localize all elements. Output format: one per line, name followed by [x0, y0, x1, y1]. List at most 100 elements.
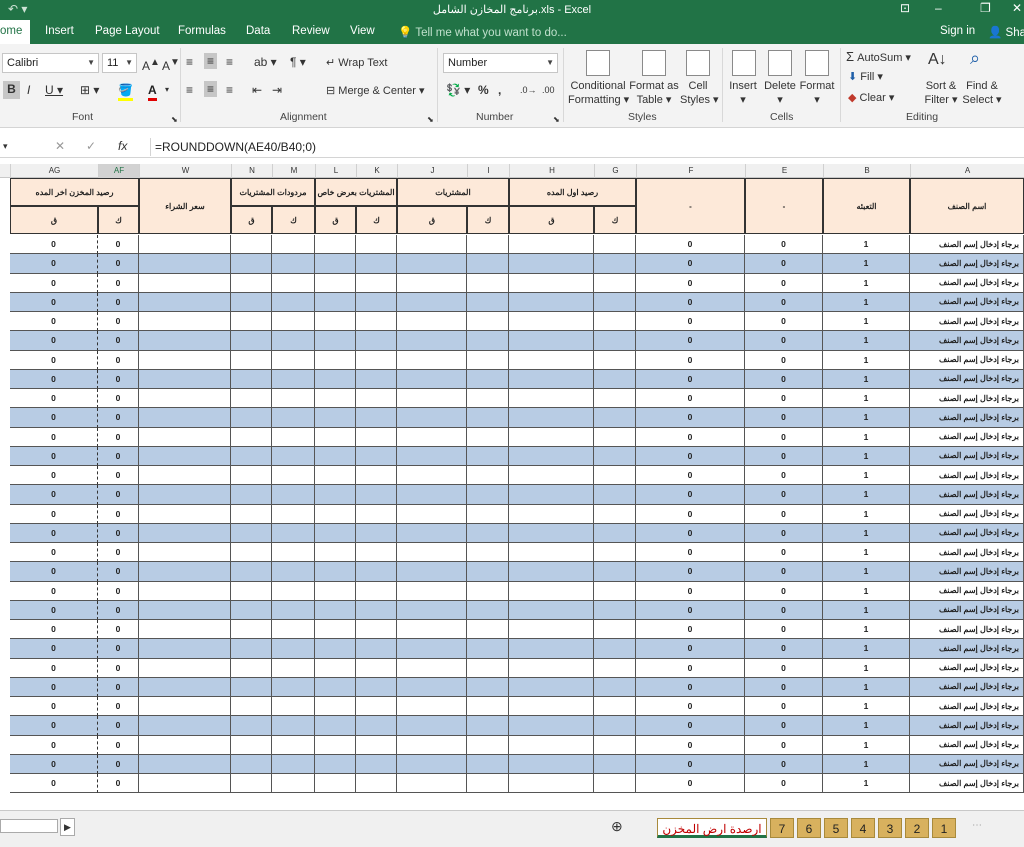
fill-color-icon[interactable]: 🪣	[118, 82, 133, 101]
empty-cell[interactable]	[272, 273, 315, 293]
cell-b[interactable]: 1	[823, 350, 910, 370]
empty-cell[interactable]	[356, 254, 397, 274]
cell-f[interactable]: 0	[636, 562, 745, 582]
cell-ag[interactable]: 0	[10, 600, 98, 620]
empty-cell[interactable]	[139, 235, 231, 255]
empty-cell[interactable]	[139, 427, 231, 447]
cell-af[interactable]: 0	[98, 677, 139, 697]
empty-cell[interactable]	[139, 716, 231, 736]
empty-cell[interactable]	[397, 620, 467, 640]
cell-ag[interactable]: 0	[10, 466, 98, 486]
cell-ag[interactable]: 0	[10, 446, 98, 466]
empty-cell[interactable]	[231, 562, 272, 582]
empty-cell[interactable]	[315, 312, 356, 332]
sheet-tab-3[interactable]: 3	[878, 818, 902, 838]
cell-a[interactable]: برجاء إدخال إسم الصنف	[910, 235, 1024, 255]
empty-cell[interactable]	[467, 369, 509, 389]
cell-af[interactable]: 0	[98, 774, 139, 794]
cell-af[interactable]: 0	[98, 331, 139, 351]
cell-a[interactable]: برجاء إدخال إسم الصنف	[910, 408, 1024, 428]
empty-cell[interactable]	[356, 658, 397, 678]
cell-af[interactable]: 0	[98, 658, 139, 678]
empty-cell[interactable]	[356, 369, 397, 389]
empty-cell[interactable]	[139, 658, 231, 678]
empty-cell[interactable]	[139, 774, 231, 794]
empty-cell[interactable]	[231, 369, 272, 389]
empty-cell[interactable]	[272, 658, 315, 678]
clear-button[interactable]: ◆ Clear ▾	[848, 91, 894, 104]
empty-cell[interactable]	[139, 523, 231, 543]
cell-af[interactable]: 0	[98, 273, 139, 293]
cell-e[interactable]: 0	[745, 735, 823, 755]
cell-ag[interactable]: 0	[10, 581, 98, 601]
cell-ag[interactable]: 0	[10, 312, 98, 332]
name-box-dropdown[interactable]: ▾	[3, 138, 8, 154]
font-name-box[interactable]: Calibri ▼	[2, 53, 99, 73]
cell-a[interactable]: برجاء إدخال إسم الصنف	[910, 369, 1024, 389]
cell-e[interactable]: 0	[745, 292, 823, 312]
empty-cell[interactable]	[397, 754, 467, 774]
empty-cell[interactable]	[509, 427, 594, 447]
empty-cell[interactable]	[272, 350, 315, 370]
empty-cell[interactable]	[509, 639, 594, 659]
empty-cell[interactable]	[272, 369, 315, 389]
empty-cell[interactable]	[356, 389, 397, 409]
empty-cell[interactable]	[356, 466, 397, 486]
sheet-tab-2[interactable]: 2	[905, 818, 929, 838]
empty-cell[interactable]	[139, 312, 231, 332]
cell-e[interactable]: 0	[745, 639, 823, 659]
bold-icon[interactable]: B	[3, 81, 20, 99]
cell-f[interactable]: 0	[636, 697, 745, 717]
empty-cell[interactable]	[315, 523, 356, 543]
cell-af[interactable]: 0	[98, 504, 139, 524]
sheet-tab-6[interactable]: 6	[797, 818, 821, 838]
cell-b[interactable]: 1	[823, 754, 910, 774]
tab-formulas[interactable]: Formulas	[178, 25, 226, 37]
empty-cell[interactable]	[509, 446, 594, 466]
empty-cell[interactable]	[594, 697, 636, 717]
empty-cell[interactable]	[467, 350, 509, 370]
cell-ag[interactable]: 0	[10, 620, 98, 640]
empty-cell[interactable]	[509, 735, 594, 755]
empty-cell[interactable]	[397, 562, 467, 582]
cell-af[interactable]: 0	[98, 350, 139, 370]
cell-af[interactable]: 0	[98, 292, 139, 312]
empty-cell[interactable]	[467, 427, 509, 447]
empty-cell[interactable]	[356, 562, 397, 582]
empty-cell[interactable]	[315, 427, 356, 447]
empty-cell[interactable]	[356, 735, 397, 755]
empty-cell[interactable]	[231, 658, 272, 678]
empty-cell[interactable]	[397, 735, 467, 755]
decrease-indent-icon[interactable]: ⇤	[252, 82, 262, 98]
column-header-f[interactable]: F	[636, 164, 745, 178]
empty-cell[interactable]	[509, 369, 594, 389]
cell-e[interactable]: 0	[745, 408, 823, 428]
empty-cell[interactable]	[231, 543, 272, 563]
cell-af[interactable]: 0	[98, 543, 139, 563]
empty-cell[interactable]	[509, 600, 594, 620]
tab-page-layout[interactable]: Page Layout	[95, 25, 160, 37]
cell-af[interactable]: 0	[98, 754, 139, 774]
cell-ag[interactable]: 0	[10, 543, 98, 563]
cell-b[interactable]: 1	[823, 273, 910, 293]
empty-cell[interactable]	[467, 485, 509, 505]
cell-a[interactable]: برجاء إدخال إسم الصنف	[910, 523, 1024, 543]
cell-a[interactable]: برجاء إدخال إسم الصنف	[910, 716, 1024, 736]
empty-cell[interactable]	[467, 312, 509, 332]
empty-cell[interactable]	[231, 350, 272, 370]
empty-cell[interactable]	[231, 331, 272, 351]
cell-f[interactable]: 0	[636, 485, 745, 505]
tab-review[interactable]: Review	[292, 25, 330, 37]
cell-b[interactable]: 1	[823, 408, 910, 428]
empty-cell[interactable]	[272, 504, 315, 524]
cell-f[interactable]: 0	[636, 735, 745, 755]
empty-cell[interactable]	[139, 389, 231, 409]
empty-cell[interactable]	[594, 562, 636, 582]
shrink-font-icon[interactable]: A▼	[162, 55, 180, 74]
empty-cell[interactable]	[397, 389, 467, 409]
cell-a[interactable]: برجاء إدخال إسم الصنف	[910, 639, 1024, 659]
empty-cell[interactable]	[397, 600, 467, 620]
empty-cell[interactable]	[467, 716, 509, 736]
cell-f[interactable]: 0	[636, 504, 745, 524]
empty-cell[interactable]	[509, 273, 594, 293]
